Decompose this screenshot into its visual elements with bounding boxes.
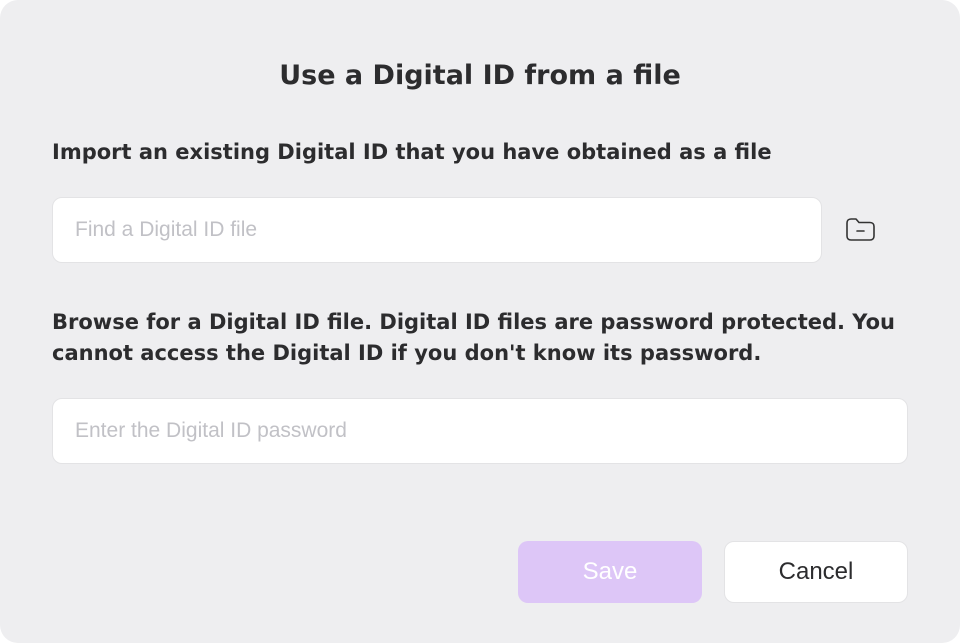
folder-icon [844,215,877,246]
button-row: Save Cancel [52,541,908,603]
cancel-button[interactable]: Cancel [724,541,908,603]
save-button[interactable]: Save [518,541,702,603]
digital-id-dialog: Use a Digital ID from a file Import an e… [0,0,960,643]
dialog-title: Use a Digital ID from a file [52,60,908,91]
find-file-heading: Import an existing Digital ID that you h… [52,137,908,167]
find-file-row [52,197,908,263]
spacer [52,504,908,533]
browse-file-button[interactable] [844,215,877,246]
password-heading: Browse for a Digital ID file. Digital ID… [52,307,908,368]
find-file-input[interactable] [52,197,822,263]
password-input[interactable] [52,398,908,464]
